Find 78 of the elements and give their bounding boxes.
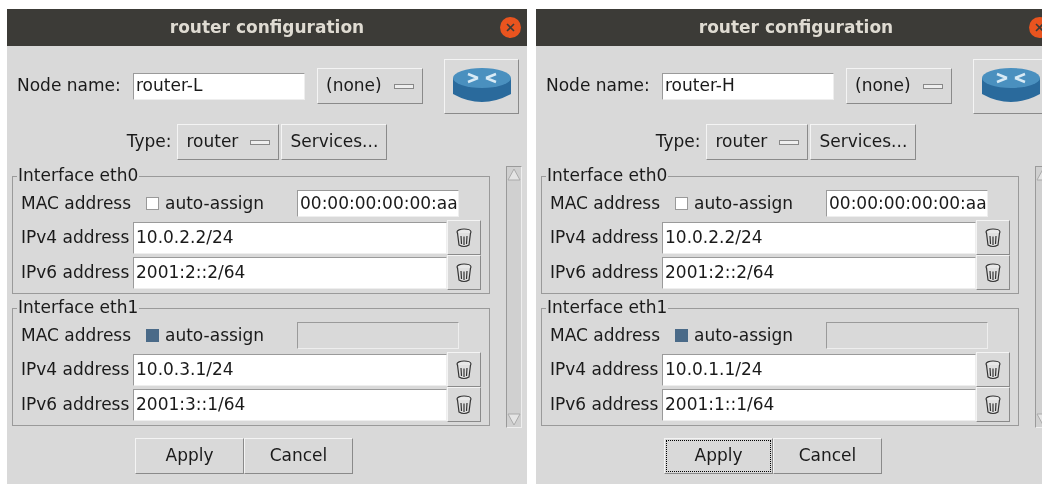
address-field[interactable]: 10.0.2.2/24 xyxy=(662,221,976,254)
router-icon-button[interactable] xyxy=(444,58,519,114)
auto-assign-checkbox[interactable] xyxy=(675,197,688,210)
dropdown[interactable]: router xyxy=(177,124,280,160)
dialog-button[interactable]: Cancel xyxy=(244,438,353,474)
address-field[interactable]: 2001:2::2/64 xyxy=(133,256,447,289)
field-label: IPv6 address xyxy=(21,392,131,416)
window-title: router configuration xyxy=(698,15,894,39)
field-label: IPv4 address xyxy=(550,225,660,249)
field-label: IPv6 address xyxy=(21,260,131,284)
delete-button[interactable] xyxy=(447,387,481,422)
node-name-label: Node name: xyxy=(546,74,651,98)
field-label: IPv4 address xyxy=(550,357,660,381)
router-icon-button[interactable] xyxy=(973,58,1042,114)
trash-icon xyxy=(985,394,1001,415)
dropdown-indicator-icon xyxy=(394,83,414,89)
mac-label: MAC address xyxy=(21,323,133,347)
address-field[interactable]: 10.0.3.1/24 xyxy=(133,353,447,386)
mac-label: MAC address xyxy=(550,323,662,347)
mac-field[interactable] xyxy=(826,322,988,349)
auto-assign-label: auto-assign xyxy=(165,323,266,347)
auto-assign-label: auto-assign xyxy=(694,323,795,347)
trash-icon xyxy=(985,262,1001,283)
trash-icon xyxy=(456,227,472,248)
dropdown-indicator-icon xyxy=(250,139,271,145)
delete-button[interactable] xyxy=(976,387,1010,422)
field-label: IPv4 address xyxy=(21,225,131,249)
dropdown-indicator-icon xyxy=(923,83,943,89)
address-field[interactable]: 10.0.2.2/24 xyxy=(133,221,447,254)
field-label: IPv6 address xyxy=(550,260,660,284)
delete-button[interactable] xyxy=(976,255,1010,290)
delete-button[interactable] xyxy=(976,352,1010,387)
scroll-down-icon xyxy=(507,413,521,427)
mac-field[interactable]: 00:00:00:00:00:aa xyxy=(297,190,459,217)
dialog-button[interactable]: Cancel xyxy=(773,438,882,474)
mac-field[interactable]: 00:00:00:00:00:aa xyxy=(826,190,988,217)
delete-button[interactable] xyxy=(976,220,1010,255)
dropdown-indicator-icon xyxy=(779,139,800,145)
dialog-button[interactable]: Apply xyxy=(664,438,773,474)
node-name-label: Node name: xyxy=(17,74,122,98)
auto-assign-label: auto-assign xyxy=(694,191,795,215)
trash-icon xyxy=(456,394,472,415)
dropdown[interactable]: (none) xyxy=(846,68,952,104)
mac-field[interactable] xyxy=(297,322,459,349)
window-title: router configuration xyxy=(169,15,365,39)
type-label: Type: xyxy=(126,130,172,154)
close-icon xyxy=(1035,23,1042,32)
services-button[interactable]: Services... xyxy=(281,124,388,160)
scroll-up-icon xyxy=(507,167,521,181)
auto-assign-checkbox[interactable] xyxy=(146,329,159,342)
auto-assign-checkbox[interactable] xyxy=(146,197,159,210)
type-label: Type: xyxy=(655,130,701,154)
auto-assign-label: auto-assign xyxy=(165,191,266,215)
node-name-field[interactable]: router-L xyxy=(133,72,305,100)
close-icon xyxy=(506,23,515,32)
address-field[interactable]: 2001:1::1/64 xyxy=(662,388,976,421)
services-button[interactable]: Services... xyxy=(810,124,917,160)
field-label: IPv6 address xyxy=(550,392,660,416)
address-field[interactable]: 10.0.1.1/24 xyxy=(662,353,976,386)
mac-label: MAC address xyxy=(550,191,662,215)
scrollbar[interactable] xyxy=(506,166,522,428)
trash-icon xyxy=(456,359,472,380)
delete-button[interactable] xyxy=(447,352,481,387)
trash-icon xyxy=(456,262,472,283)
trash-icon xyxy=(985,227,1001,248)
dialog-button[interactable]: Apply xyxy=(135,438,244,474)
dropdown[interactable]: router xyxy=(706,124,809,160)
address-field[interactable]: 2001:2::2/64 xyxy=(662,256,976,289)
mac-label: MAC address xyxy=(21,191,133,215)
trash-icon xyxy=(985,359,1001,380)
close-button[interactable] xyxy=(500,17,521,38)
node-name-field[interactable]: router-H xyxy=(662,72,834,100)
field-label: IPv4 address xyxy=(21,357,131,381)
auto-assign-checkbox[interactable] xyxy=(675,329,688,342)
delete-button[interactable] xyxy=(447,255,481,290)
address-field[interactable]: 2001:3::1/64 xyxy=(133,388,447,421)
dropdown[interactable]: (none) xyxy=(317,68,423,104)
delete-button[interactable] xyxy=(447,220,481,255)
